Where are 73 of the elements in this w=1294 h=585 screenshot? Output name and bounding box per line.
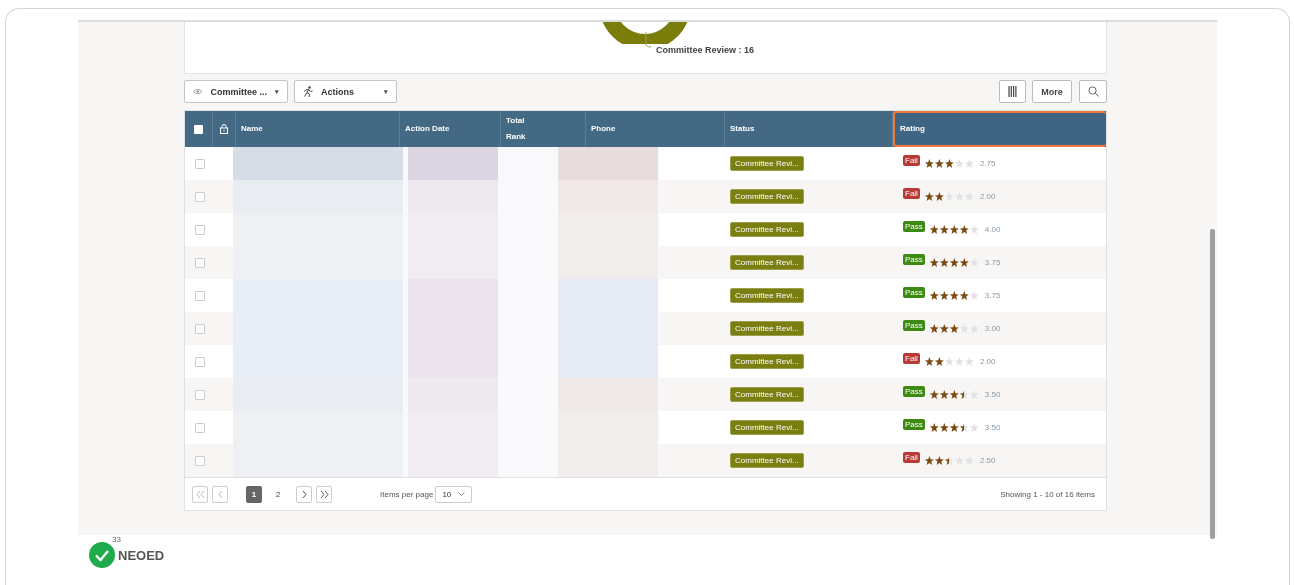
- items-per-page-label: Items per page: [380, 489, 434, 499]
- search-icon: [1087, 86, 1099, 97]
- eye-icon: [193, 88, 203, 95]
- page-button[interactable]: 2: [270, 485, 286, 503]
- result-tag: Pass: [903, 320, 925, 331]
- table-row[interactable]: Committee Revi... Pass 3.75: [185, 246, 1106, 279]
- status-tag: Committee Revi...: [730, 453, 804, 468]
- status-tag: Committee Revi...: [730, 420, 804, 435]
- columns-button[interactable]: [999, 80, 1026, 103]
- rating-score: 3.00: [984, 324, 1001, 333]
- previous-page-button[interactable]: [212, 485, 228, 503]
- result-tag: Pass: [903, 254, 925, 265]
- next-page-button[interactable]: [296, 485, 312, 503]
- scrollbar[interactable]: [1210, 229, 1215, 539]
- row-checkbox[interactable]: [195, 257, 205, 268]
- page-size-dropdown[interactable]: 10: [435, 485, 473, 503]
- rating-score: 2.75: [979, 159, 996, 168]
- rating-score: 4.00: [984, 225, 1001, 234]
- result-tag: Fail: [903, 155, 920, 166]
- result-tag: Fail: [903, 353, 920, 364]
- first-page-icon: [195, 489, 205, 499]
- status-tag: Committee Revi...: [730, 189, 804, 204]
- result-tag: Pass: [903, 386, 925, 397]
- check-badge-icon: [88, 541, 116, 569]
- result-tag: Pass: [903, 221, 925, 232]
- status-tag: Committee Revi...: [730, 156, 804, 171]
- rating-score: 2.00: [979, 192, 996, 201]
- row-checkbox[interactable]: [195, 191, 205, 202]
- select-all-checkbox[interactable]: [194, 124, 203, 134]
- lock-icon: [220, 124, 228, 134]
- more-button[interactable]: More: [1032, 80, 1072, 103]
- last-page-icon: [319, 489, 329, 499]
- chevron-down-icon: [458, 492, 466, 496]
- table-row[interactable]: Committee Revi... Fail 2.50: [185, 444, 1106, 477]
- previous-page-icon: [215, 489, 225, 499]
- page-button[interactable]: 1: [246, 485, 262, 503]
- rating-score: 3.50: [984, 390, 1001, 399]
- status-tag: Committee Revi...: [730, 387, 804, 402]
- result-tag: Fail: [903, 188, 920, 199]
- search-button[interactable]: [1079, 80, 1107, 103]
- status-tag: Committee Revi...: [730, 354, 804, 369]
- row-checkbox[interactable]: [195, 323, 205, 334]
- columns-icon: [1008, 86, 1017, 97]
- last-page-button[interactable]: [316, 485, 332, 503]
- result-tag: Pass: [903, 419, 925, 430]
- rating-score: 2.00: [979, 357, 996, 366]
- logo-text: NEOED: [118, 547, 165, 563]
- row-checkbox[interactable]: [195, 455, 205, 466]
- rating-score: 3.75: [984, 258, 1001, 267]
- status-tag: Committee Revi...: [730, 222, 804, 237]
- rating-score: 3.50: [984, 423, 1001, 432]
- row-checkbox[interactable]: [195, 422, 205, 433]
- chart-label: Committee Review : 16: [656, 45, 755, 55]
- table-row[interactable]: Committee Revi... Fail 2.00: [185, 180, 1106, 213]
- logo-count-label: 33: [112, 535, 121, 544]
- result-tag: Pass: [903, 287, 925, 298]
- rating-score: 3.75: [984, 291, 1001, 300]
- first-page-button[interactable]: [192, 485, 208, 503]
- items-summary: Showing 1 - 10 of 16 items: [1000, 489, 1095, 499]
- table-row[interactable]: Committee Revi... Pass 3.50: [185, 378, 1106, 411]
- table-row[interactable]: Committee Revi... Pass 3.00: [185, 312, 1106, 345]
- column-header[interactable]: Rating: [893, 111, 1106, 147]
- status-tag: Committee Revi...: [730, 288, 804, 303]
- rating-score: 2.50: [979, 456, 996, 465]
- result-tag: Fail: [903, 452, 920, 463]
- status-tag: Committee Revi...: [730, 321, 804, 336]
- row-checkbox[interactable]: [195, 389, 205, 400]
- row-checkbox[interactable]: [195, 290, 205, 301]
- row-checkbox[interactable]: [195, 158, 205, 169]
- running-person-icon: [303, 86, 313, 97]
- row-checkbox[interactable]: [195, 224, 205, 235]
- status-tag: Committee Revi...: [730, 255, 804, 270]
- row-checkbox[interactable]: [195, 356, 205, 367]
